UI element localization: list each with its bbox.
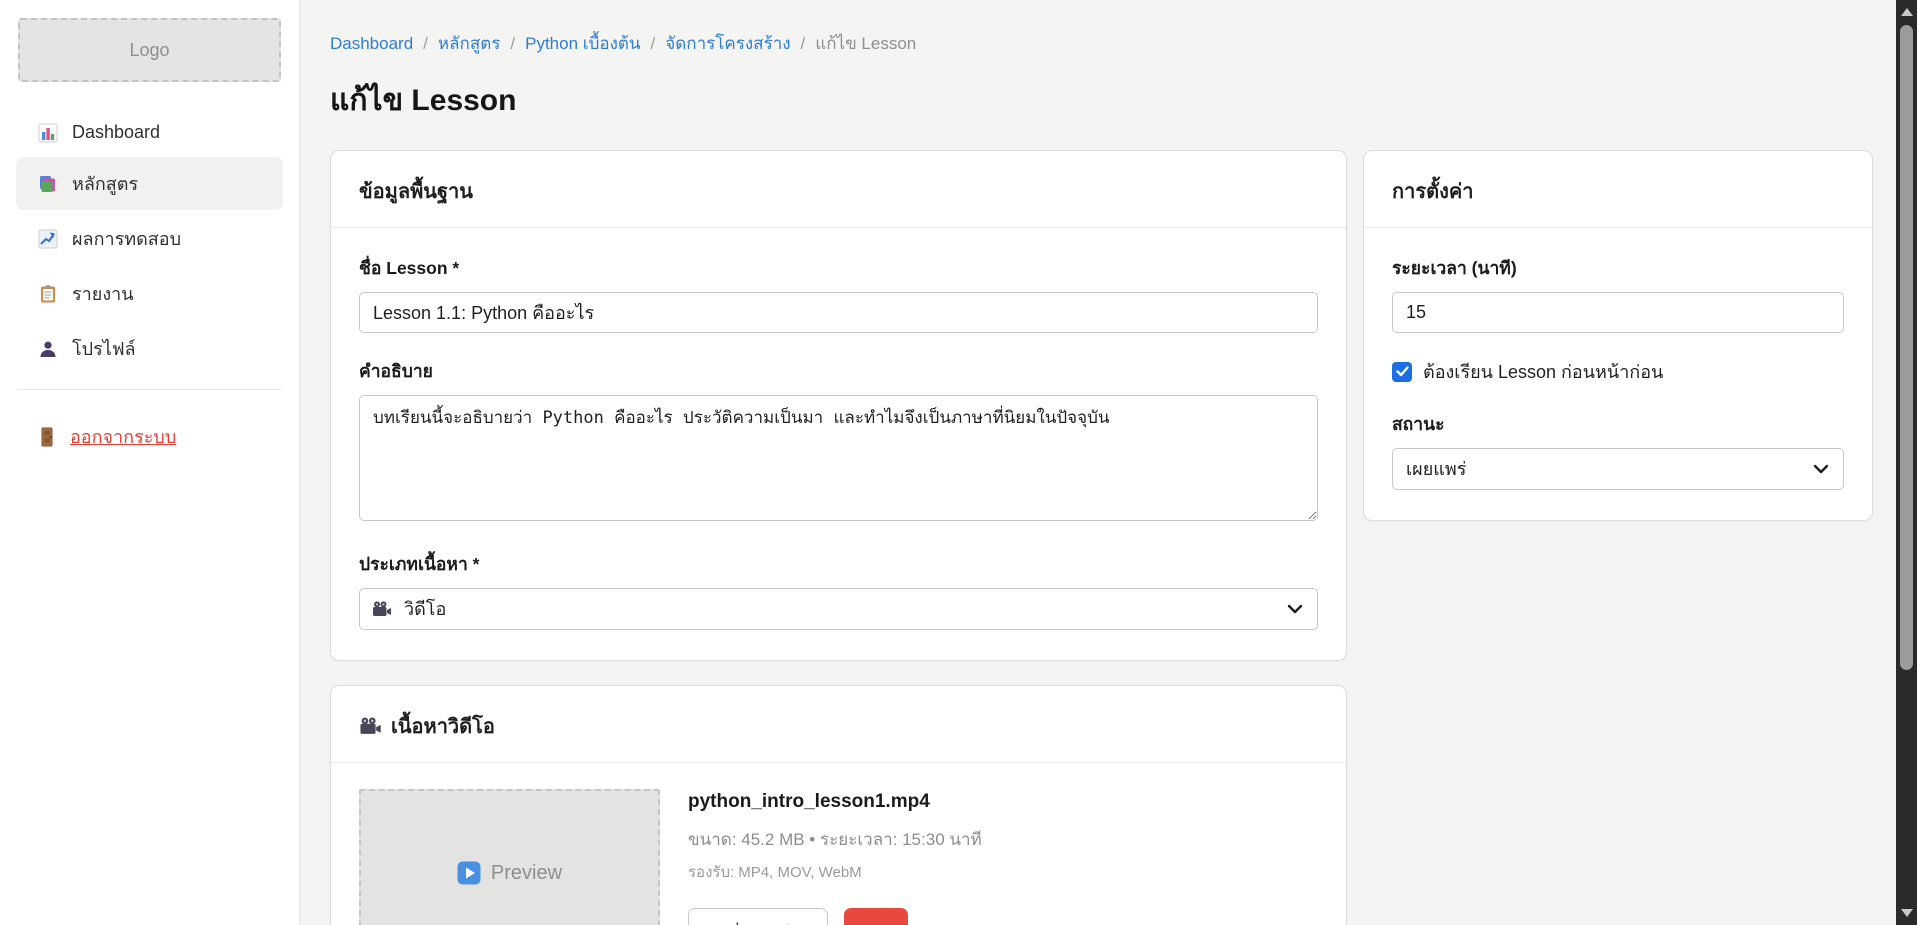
vertical-scrollbar[interactable] <box>1896 0 1917 925</box>
lesson-name-input[interactable] <box>359 292 1318 333</box>
scrollbar-up-arrow[interactable] <box>1896 2 1917 22</box>
bar-chart-icon <box>38 123 58 143</box>
content-type-field-group: ประเภทเนื้อหา * วิดีโอ <box>359 550 1318 630</box>
breadcrumb-link-course[interactable]: Python เบื้องต้น <box>525 30 640 57</box>
change-video-button[interactable]: เปลี่ยนวิดีโอ <box>688 908 828 925</box>
sidebar-item-label: ผลการทดสอบ <box>72 224 181 253</box>
video-file-meta: ขนาด: 45.2 MB • ระยะเวลา: 15:30 นาที <box>688 826 982 853</box>
play-button-icon <box>457 861 481 885</box>
main-content: Dashboard / หลักสูตร / Python เบื้องต้น … <box>300 0 1917 925</box>
scrollbar-down-arrow[interactable] <box>1896 903 1917 923</box>
sidebar-item-profile[interactable]: โปรไฟล์ <box>16 322 283 375</box>
description-label: คำอธิบาย <box>359 357 1318 385</box>
breadcrumb-link-courses[interactable]: หลักสูตร <box>438 30 500 57</box>
preview-label: Preview <box>491 862 562 885</box>
sidebar-divider <box>18 389 281 390</box>
logo-placeholder: Logo <box>18 18 281 82</box>
content-type-label: ประเภทเนื้อหา * <box>359 550 1318 578</box>
settings-card-body: ระยะเวลา (นาที) ต้องเรียน Lesson ก่อนหน้… <box>1364 228 1872 520</box>
content-type-select-wrap: วิดีโอ <box>359 588 1318 630</box>
lesson-name-field-group: ชื่อ Lesson * <box>359 254 1318 333</box>
sidebar-item-label: โปรไฟล์ <box>72 334 136 363</box>
video-card-body: Preview python_intro_lesson1.mp4 ขนาด: 4… <box>331 763 1346 925</box>
logo-text: Logo <box>129 40 169 61</box>
duration-field-group: ระยะเวลา (นาที) <box>1392 254 1844 333</box>
books-icon <box>38 174 58 194</box>
breadcrumb-link-dashboard[interactable]: Dashboard <box>330 34 413 54</box>
status-field-group: สถานะ เผยแพร่ <box>1392 410 1844 490</box>
logout-label: ออกจากระบบ <box>70 422 176 451</box>
sidebar: Logo Dashboard หลักสูตร <box>0 0 300 925</box>
prerequisite-label: ต้องเรียน Lesson ก่อนหน้าก่อน <box>1423 357 1663 386</box>
sidebar-item-label: Dashboard <box>72 122 160 143</box>
basic-info-card: ข้อมูลพื้นฐาน ชื่อ Lesson * คำอธิบาย บทเ… <box>330 150 1347 661</box>
person-icon <box>38 339 58 359</box>
settings-card-title: การตั้งค่า <box>1392 175 1473 207</box>
breadcrumb: Dashboard / หลักสูตร / Python เบื้องต้น … <box>330 30 1891 57</box>
basic-info-card-body: ชื่อ Lesson * คำอธิบาย บทเรียนนี้จะอธิบา… <box>331 228 1346 660</box>
page-title: แก้ไข Lesson <box>330 77 1891 124</box>
triangle-up-icon <box>1901 8 1913 16</box>
video-supported-formats: รองรับ: MP4, MOV, WebM <box>688 860 982 884</box>
status-select[interactable]: เผยแพร่ <box>1392 448 1844 490</box>
basic-info-card-title: ข้อมูลพื้นฐาน <box>359 175 473 207</box>
breadcrumb-separator: / <box>651 34 656 54</box>
sidebar-item-reports[interactable]: รายงาน <box>16 267 283 320</box>
video-card-title: เนื้อหาวิดีโอ <box>391 710 495 742</box>
check-icon <box>1396 366 1409 377</box>
chart-increasing-icon <box>38 229 58 249</box>
door-icon <box>38 427 56 447</box>
lesson-name-label: ชื่อ Lesson * <box>359 254 1318 282</box>
clipboard-icon <box>38 284 58 304</box>
duration-label: ระยะเวลา (นาที) <box>1392 254 1844 282</box>
prerequisite-checkbox[interactable] <box>1392 362 1412 382</box>
video-file-name: python_intro_lesson1.mp4 <box>688 791 982 813</box>
content-type-select[interactable]: วิดีโอ <box>359 588 1318 630</box>
app-window: Logo Dashboard หลักสูตร <box>0 0 1917 925</box>
status-select-wrap: เผยแพร่ <box>1392 448 1844 490</box>
breadcrumb-link-structure[interactable]: จัดการโครงสร้าง <box>665 30 790 57</box>
description-field-group: คำอธิบาย บทเรียนนี้จะอธิบายว่า Python คื… <box>359 357 1318 526</box>
triangle-down-icon <box>1901 909 1913 917</box>
settings-card-header: การตั้งค่า <box>1364 151 1872 228</box>
cards-row: ข้อมูลพื้นฐาน ชื่อ Lesson * คำอธิบาย บทเ… <box>330 150 1891 661</box>
sidebar-item-label: รายงาน <box>72 279 134 308</box>
scrollbar-thumb[interactable] <box>1900 25 1913 670</box>
basic-info-card-header: ข้อมูลพื้นฐาน <box>331 151 1346 228</box>
description-textarea[interactable]: บทเรียนนี้จะอธิบายว่า Python คืออะไร ประ… <box>359 395 1318 521</box>
sidebar-item-label: หลักสูตร <box>72 169 138 198</box>
breadcrumb-separator: / <box>510 34 515 54</box>
sidebar-item-courses[interactable]: หลักสูตร <box>16 157 283 210</box>
logout-link[interactable]: ออกจากระบบ <box>16 416 283 457</box>
sidebar-item-test-results[interactable]: ผลการทดสอบ <box>16 212 283 265</box>
duration-input[interactable] <box>1392 292 1844 333</box>
breadcrumb-current: แก้ไข Lesson <box>815 30 916 57</box>
sidebar-item-dashboard[interactable]: Dashboard <box>16 110 283 155</box>
status-label: สถานะ <box>1392 410 1844 438</box>
sidebar-menu: Dashboard หลักสูตร ผลการทดสอบ <box>0 110 299 375</box>
breadcrumb-separator: / <box>801 34 806 54</box>
video-card-header: เนื้อหาวิดีโอ <box>331 686 1346 763</box>
prerequisite-checkbox-row[interactable]: ต้องเรียน Lesson ก่อนหน้าก่อน <box>1392 357 1844 386</box>
video-file-info: python_intro_lesson1.mp4 ขนาด: 45.2 MB •… <box>688 789 982 925</box>
video-content-card: เนื้อหาวิดีโอ Preview python_intro_lesso… <box>330 685 1347 925</box>
breadcrumb-separator: / <box>423 34 428 54</box>
video-preview-placeholder: Preview <box>359 789 660 925</box>
settings-card: การตั้งค่า ระยะเวลา (นาที) ต้องเรียน <box>1363 150 1873 521</box>
movie-camera-icon <box>359 717 381 735</box>
video-buttons-row: เปลี่ยนวิดีโอ ลบ <box>688 908 982 925</box>
delete-video-button[interactable]: ลบ <box>844 908 908 925</box>
